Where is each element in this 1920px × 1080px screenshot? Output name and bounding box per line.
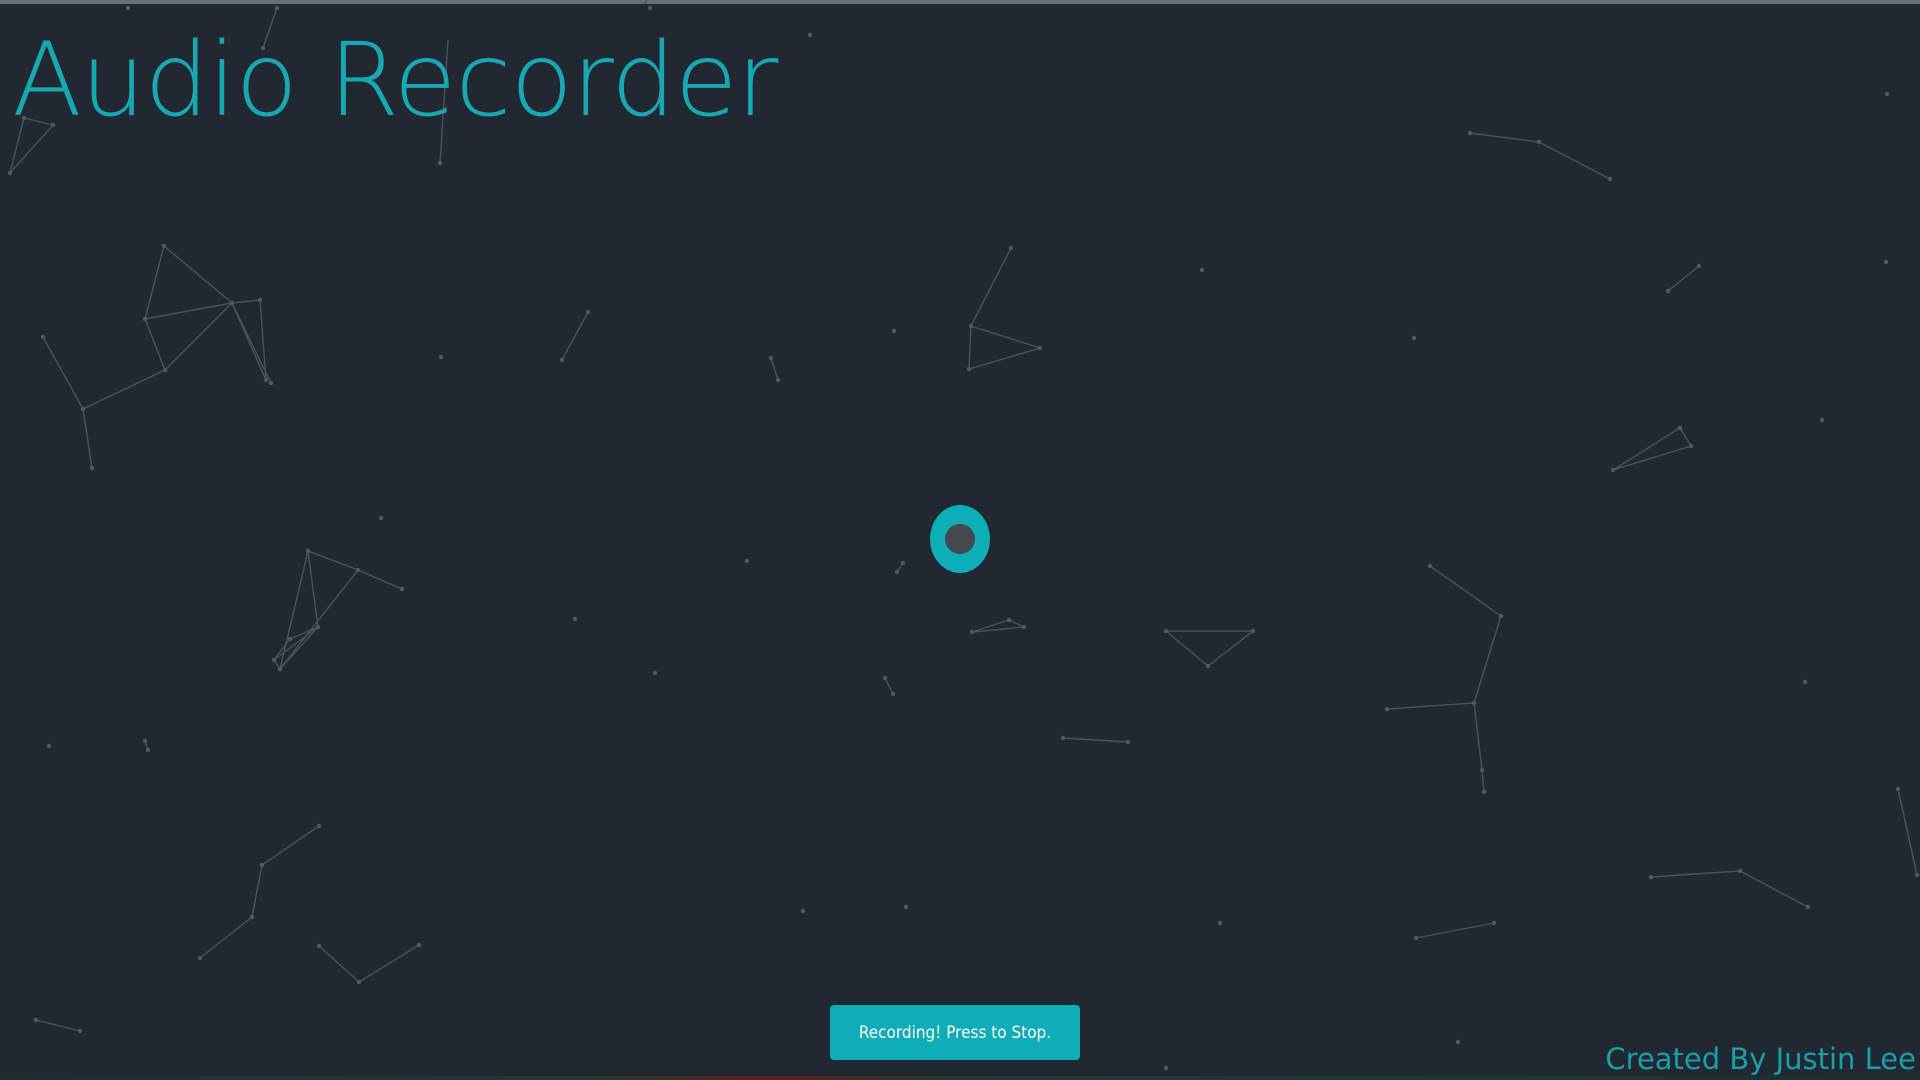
- author-credit: Created By Justin Lee: [1605, 1042, 1916, 1076]
- stop-recording-button[interactable]: Recording! Press to Stop.: [830, 1005, 1080, 1060]
- record-indicator-center: [945, 524, 975, 554]
- record-icon: [930, 505, 990, 573]
- bottom-border: [0, 1076, 1920, 1080]
- app-title: Audio Recorder: [12, 21, 778, 140]
